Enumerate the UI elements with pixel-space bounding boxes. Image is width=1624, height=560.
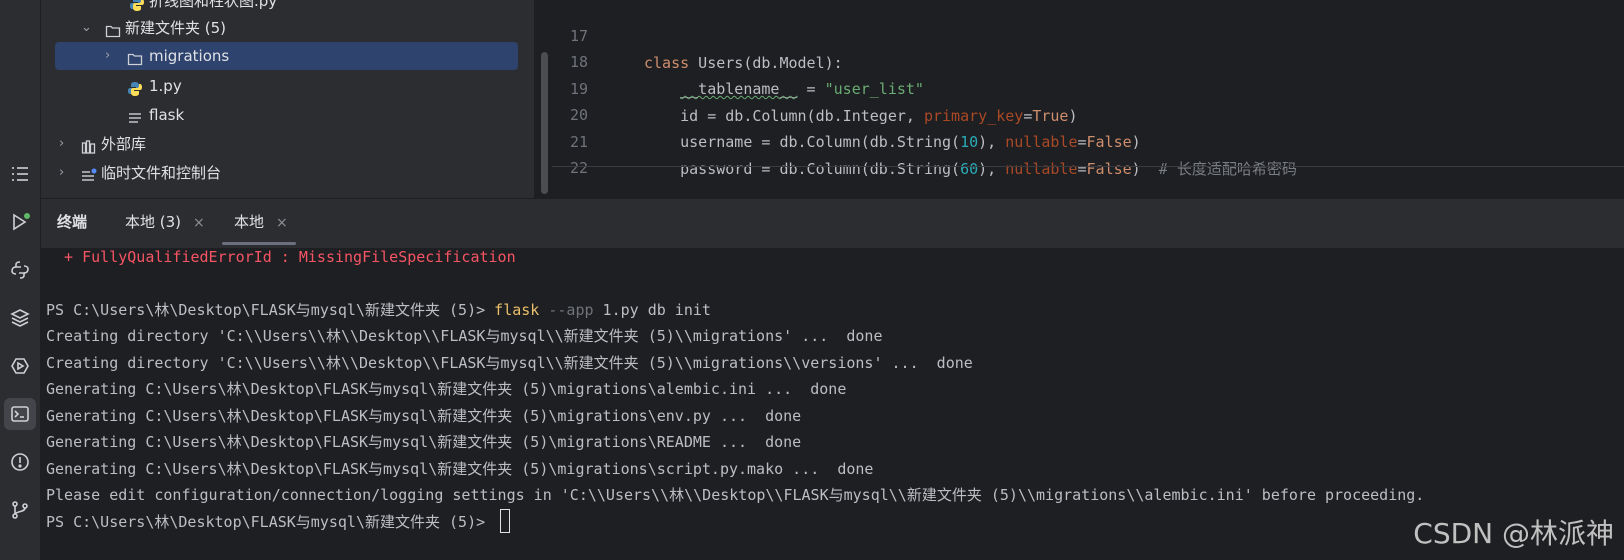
code-line: 21 password = db.Column(db.String(60), n… xyxy=(552,102,1624,178)
problems-icon[interactable] xyxy=(4,446,36,478)
terminal-output-line: Generating C:\Users\林\Desktop\FLASK与mysq… xyxy=(46,433,802,451)
tree-item-external-libraries[interactable]: › 外部库 xyxy=(59,130,499,158)
text-file-icon xyxy=(127,107,143,123)
tree-item-migrations[interactable]: › migrations xyxy=(55,42,518,70)
tree-item-1py[interactable]: 1.py xyxy=(127,72,527,100)
code-line: 22 xyxy=(552,128,1624,177)
code-line: 20 username = db.Column(db.String(10), n… xyxy=(552,75,1624,151)
terminal-tab-local-3[interactable]: 本地 (3) × xyxy=(125,199,205,247)
number-literal: 60 xyxy=(960,160,979,178)
terminal-icon[interactable] xyxy=(4,398,36,430)
python-console-icon[interactable] xyxy=(4,254,36,286)
close-icon[interactable]: × xyxy=(193,215,205,231)
close-icon[interactable]: × xyxy=(276,215,288,231)
chevron-down-icon[interactable]: ⌄ xyxy=(81,14,92,42)
python-file-icon xyxy=(129,0,145,11)
tree-item-folder-new[interactable]: ⌄ 新建文件夹 (5) xyxy=(81,14,521,42)
terminal-output-line: Generating C:\Users\林\Desktop\FLASK与mysq… xyxy=(46,407,802,425)
code-editor[interactable]: 17 class Users(db.Model): 18 __tablename… xyxy=(552,0,1624,198)
text-cursor xyxy=(500,509,511,533)
tree-scrollbar[interactable] xyxy=(541,52,548,194)
active-tab-indicator xyxy=(222,242,296,245)
watermark: CSDN @林派神 xyxy=(1413,517,1614,550)
tree-item-label: 外部库 xyxy=(101,135,147,153)
folder-icon xyxy=(105,20,121,38)
tree-item-label: migrations xyxy=(149,47,230,65)
tree-item-label: flask xyxy=(149,106,185,124)
tree-item-label: 新建文件夹 (5) xyxy=(125,19,227,37)
operator: = xyxy=(1077,160,1087,178)
terminal-output-line: Creating directory 'C:\\Users\\林\\Deskto… xyxy=(46,354,973,372)
activity-bar xyxy=(0,0,41,560)
terminal-output-line: Generating C:\Users\林\Desktop\FLASK与mysq… xyxy=(46,380,847,398)
tab-label: 本地 xyxy=(234,213,265,231)
terminal-output-line: Creating directory 'C:\\Users\\林\\Deskto… xyxy=(46,327,883,345)
terminal-tab-local[interactable]: 本地 × xyxy=(222,199,296,247)
terminal-panel-title: 终端 xyxy=(57,213,88,231)
editor-sticky-divider xyxy=(552,166,1624,167)
code-text: password = db.Column(db.String(60), null… xyxy=(644,156,1297,183)
code-line: 18 __tablename__ = "user_list" xyxy=(552,22,1624,98)
terminal-output-line: Please edit configuration/connection/log… xyxy=(46,486,1425,504)
project-tree: 折线图和柱状图.py ⌄ 新建文件夹 (5) › migrations 1.py… xyxy=(41,0,534,198)
git-icon[interactable] xyxy=(4,494,36,526)
terminal-output[interactable]: + FullyQualifiedErrorId : MissingFileSpe… xyxy=(41,249,1624,560)
terminal-command-line: PS C:\Users\林\Desktop\FLASK与mysql\新建文件夹 … xyxy=(46,297,711,324)
line-number: 22 xyxy=(569,159,588,177)
code-line: 17 class Users(db.Model): xyxy=(552,0,1624,72)
library-icon xyxy=(81,136,97,154)
param-name: nullable xyxy=(1005,160,1078,178)
tree-item-scratches[interactable]: › 临时文件和控制台 xyxy=(59,159,499,187)
code-segment: ) xyxy=(1131,160,1159,178)
comment: # 长度适配哈希密码 xyxy=(1158,160,1297,178)
tree-item-label: 临时文件和控制台 xyxy=(101,164,222,182)
chevron-right-icon[interactable]: › xyxy=(59,159,64,187)
code-segment: password = db.Column(db.String( xyxy=(644,160,961,178)
tab-label: 本地 (3) xyxy=(125,213,182,231)
tree-item-flask[interactable]: flask xyxy=(127,101,527,129)
tree-item-label: 1.py xyxy=(149,77,182,95)
command-name: flask xyxy=(494,301,540,319)
scratches-icon xyxy=(81,165,97,181)
layers-icon[interactable] xyxy=(4,302,36,334)
terminal-prompt-line: PS C:\Users\林\Desktop\FLASK与mysql\新建文件夹 … xyxy=(46,509,511,536)
tree-item-label: 折线图和柱状图.py xyxy=(149,0,278,10)
tree-item-file[interactable]: 折线图和柱状图.py xyxy=(127,0,527,15)
structure-icon[interactable] xyxy=(4,158,36,190)
terminal-output-line: Generating C:\Users\林\Desktop\FLASK与mysq… xyxy=(46,460,874,478)
folder-icon xyxy=(127,48,143,66)
terminal-tab-bar: 终端 本地 (3) × 本地 × xyxy=(41,199,1624,249)
command-args: 1.py db init xyxy=(593,301,711,319)
prompt: PS C:\Users\林\Desktop\FLASK与mysql\新建文件夹 … xyxy=(46,301,495,319)
chevron-right-icon[interactable]: › xyxy=(105,42,110,70)
services-icon[interactable] xyxy=(4,350,36,382)
chevron-right-icon[interactable]: › xyxy=(59,130,64,158)
command-option: --app xyxy=(539,301,594,319)
code-segment: ), xyxy=(978,160,1006,178)
keyword: False xyxy=(1086,160,1132,178)
run-icon[interactable] xyxy=(4,206,36,238)
prompt: PS C:\Users\林\Desktop\FLASK与mysql\新建文件夹 … xyxy=(46,513,495,531)
terminal-error-line: + FullyQualifiedErrorId : MissingFileSpe… xyxy=(46,249,516,266)
python-file-icon xyxy=(127,78,143,96)
code-line: 19 id = db.Column(db.Integer, primary_ke… xyxy=(552,49,1624,125)
